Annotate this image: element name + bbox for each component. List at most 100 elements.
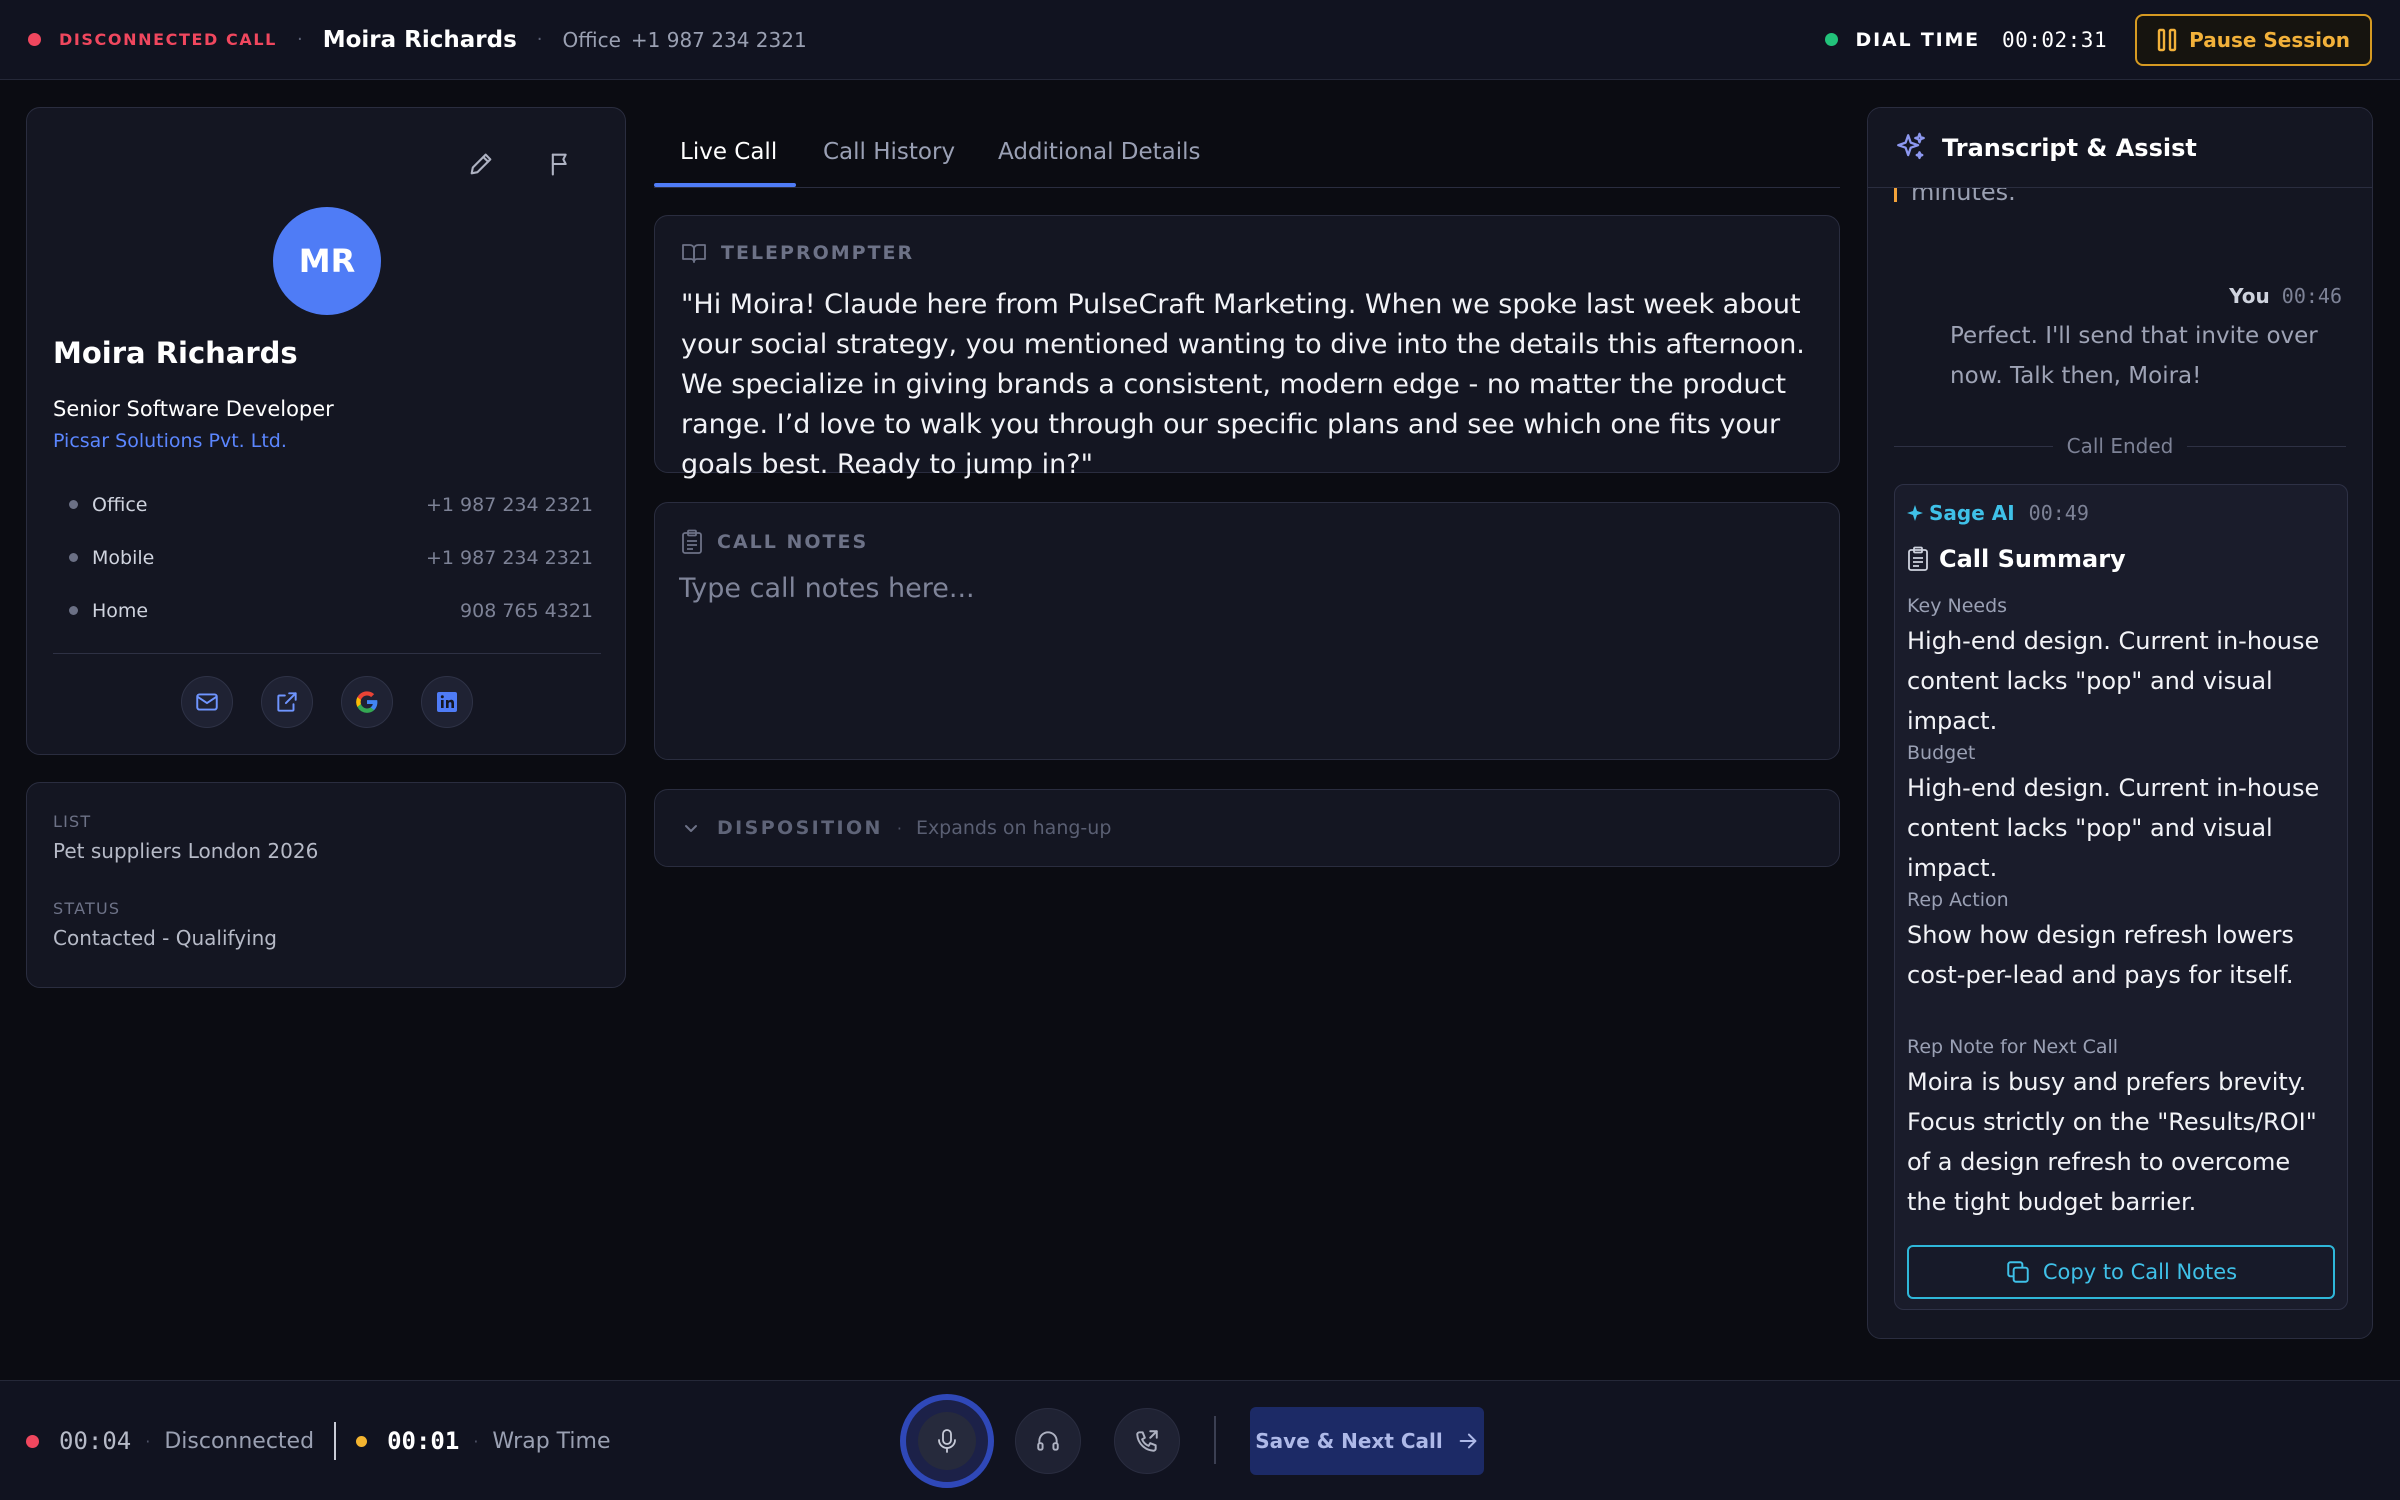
next-call-text: Moira is busy and prefers brevity. Focus… xyxy=(1907,1068,2317,1216)
speaker-name: You xyxy=(2229,284,2270,308)
company-link[interactable]: Picsar Solutions Pvt. Ltd. xyxy=(53,430,287,452)
flag-icon xyxy=(551,153,567,176)
save-next-call-button[interactable]: Save & Next Call xyxy=(1250,1407,1484,1475)
linkedin-button[interactable] xyxy=(421,676,473,728)
arrow-right-icon xyxy=(1459,1433,1477,1449)
call-status-dot xyxy=(26,1434,39,1448)
dial-time-value: 00:02:31 xyxy=(2001,27,2108,52)
tab-live-call[interactable]: Live Call xyxy=(680,115,777,188)
separator: · xyxy=(473,1431,479,1451)
book-icon xyxy=(682,244,706,263)
budget-text: High-end design. Current in-house conten… xyxy=(1907,774,2320,882)
tab-additional-details[interactable]: Additional Details xyxy=(998,115,1201,188)
list-status-card: LIST Pet suppliers London 2026 STATUS Co… xyxy=(26,782,626,988)
contact-card: MR Moira Richards Senior Software Develo… xyxy=(26,107,626,755)
divider xyxy=(53,653,601,654)
pause-session-label: Pause Session xyxy=(2189,27,2350,52)
contact-actions xyxy=(27,676,627,728)
teleprompter-label: TELEPROMPTER xyxy=(721,242,915,264)
save-next-label: Save & Next Call xyxy=(1255,1429,1443,1453)
contact-name: Moira Richards xyxy=(322,26,517,53)
call-status-label: DISCONNECTED CALL xyxy=(59,30,277,49)
transfer-call-button[interactable] xyxy=(1114,1408,1180,1474)
tab-call-history[interactable]: Call History xyxy=(823,115,955,188)
clipboard-icon xyxy=(682,529,702,554)
avatar: MR xyxy=(273,207,381,315)
phone-value: +1 987 234 2321 xyxy=(425,546,593,569)
dial-time-group: DIAL TIME 00:02:31 Pause Session xyxy=(1824,13,2372,66)
google-search-button[interactable] xyxy=(341,676,393,728)
phone-list: Office +1 987 234 2321 Mobile +1 987 234… xyxy=(53,478,611,637)
copy-to-call-notes-button[interactable]: Copy to Call Notes xyxy=(1907,1245,2335,1299)
phone-label: Office xyxy=(562,27,621,52)
divider-line xyxy=(2187,445,2347,447)
status-dot xyxy=(28,33,41,46)
bullet xyxy=(69,606,78,615)
phone-row-home[interactable]: Home 908 765 4321 xyxy=(53,584,611,637)
contact-title: Senior Software Developer xyxy=(53,397,334,421)
phone-value: 908 765 4321 xyxy=(460,599,593,622)
mail-icon xyxy=(196,693,218,711)
call-state: Disconnected xyxy=(164,1428,315,1454)
wrap-label: Wrap Time xyxy=(492,1428,611,1454)
external-link-icon xyxy=(277,692,297,712)
transcript-scroll[interactable]: minutes. You 00:46 Perfect. I'll send tha… xyxy=(1868,188,2372,1338)
call-ended-label: Call Ended xyxy=(2066,434,2174,458)
call-summary-card: Sage AI 00:49 Call Summary Key Needs Hig… xyxy=(1894,484,2348,1310)
edit-button[interactable] xyxy=(461,144,501,184)
separator: · xyxy=(896,818,902,838)
status-label: STATUS xyxy=(53,899,121,918)
open-external-button[interactable] xyxy=(261,676,313,728)
headset-button[interactable] xyxy=(1015,1408,1081,1474)
call-notes-input[interactable] xyxy=(679,573,1815,743)
bottom-bar: 00:04 · Disconnected 00:01 · Wrap Time S… xyxy=(0,1380,2400,1500)
phone-forward-icon xyxy=(1136,1430,1158,1452)
teleprompter-script: "Hi Moira! Claude here from PulseCraft M… xyxy=(681,289,1805,480)
microphone-button[interactable] xyxy=(900,1394,994,1488)
call-notes-panel: CALL NOTES xyxy=(654,502,1840,760)
microphone-icon xyxy=(938,1429,956,1453)
dial-time-label: DIAL TIME xyxy=(1855,28,1980,51)
copy-icon xyxy=(2007,1261,2029,1283)
dial-status-dot xyxy=(1824,33,1838,46)
call-timers: 00:04 · Disconnected 00:01 · Wrap Time xyxy=(26,1381,611,1500)
assist-header: Transcript & Assist xyxy=(1868,108,2372,188)
teleprompter-header: TELEPROMPTER xyxy=(681,242,914,264)
microphone-inner xyxy=(918,1412,976,1470)
divider xyxy=(1214,1416,1216,1464)
pencil-icon xyxy=(470,153,492,175)
next-call-label: Rep Note for Next Call xyxy=(1907,1036,2119,1058)
you-message-meta: You 00:46 xyxy=(2229,284,2342,308)
rep-action-text: Show how design refresh lowers cost-per-… xyxy=(1907,921,2294,989)
transcript-assist-panel: Transcript & Assist minutes. You 00:46 Pe… xyxy=(1867,107,2373,1339)
tab-bar: Live Call Call History Additional Detail… xyxy=(654,115,1840,188)
status-value: Contacted - Qualifying xyxy=(53,926,277,950)
phone-label: Mobile xyxy=(92,546,155,569)
divider xyxy=(334,1422,337,1460)
phone-row-mobile[interactable]: Mobile +1 987 234 2321 xyxy=(53,531,611,584)
ai-meta: Sage AI 00:49 xyxy=(1907,501,2089,525)
disposition-panel[interactable]: DISPOSITION · Expands on hang-up xyxy=(654,789,1840,867)
cut-text: minutes. xyxy=(1911,188,2016,206)
budget-label: Budget xyxy=(1907,742,1976,764)
phone-row-office[interactable]: Office +1 987 234 2321 xyxy=(53,478,611,531)
summary-title-text: Call Summary xyxy=(1939,545,2126,573)
call-duration: 00:04 xyxy=(59,1427,132,1455)
bullet xyxy=(69,553,78,562)
wrap-duration: 00:01 xyxy=(387,1427,460,1455)
linkedin-icon xyxy=(437,692,457,712)
bullet xyxy=(69,500,78,509)
separator: · xyxy=(536,29,543,50)
separator: · xyxy=(296,29,303,50)
rep-action-label: Rep Action xyxy=(1907,889,2009,911)
email-button[interactable] xyxy=(181,676,233,728)
transcript-message-cut: minutes. xyxy=(1894,188,2016,206)
list-value: Pet suppliers London 2026 xyxy=(53,839,319,863)
key-needs-label: Key Needs xyxy=(1907,595,2008,617)
google-icon xyxy=(356,691,378,713)
sparkles-icon xyxy=(1897,132,1925,159)
pause-session-button[interactable]: Pause Session xyxy=(2135,13,2372,66)
list-label: LIST xyxy=(53,812,92,831)
clipboard-icon xyxy=(1908,546,1928,571)
flag-button[interactable] xyxy=(541,144,581,184)
